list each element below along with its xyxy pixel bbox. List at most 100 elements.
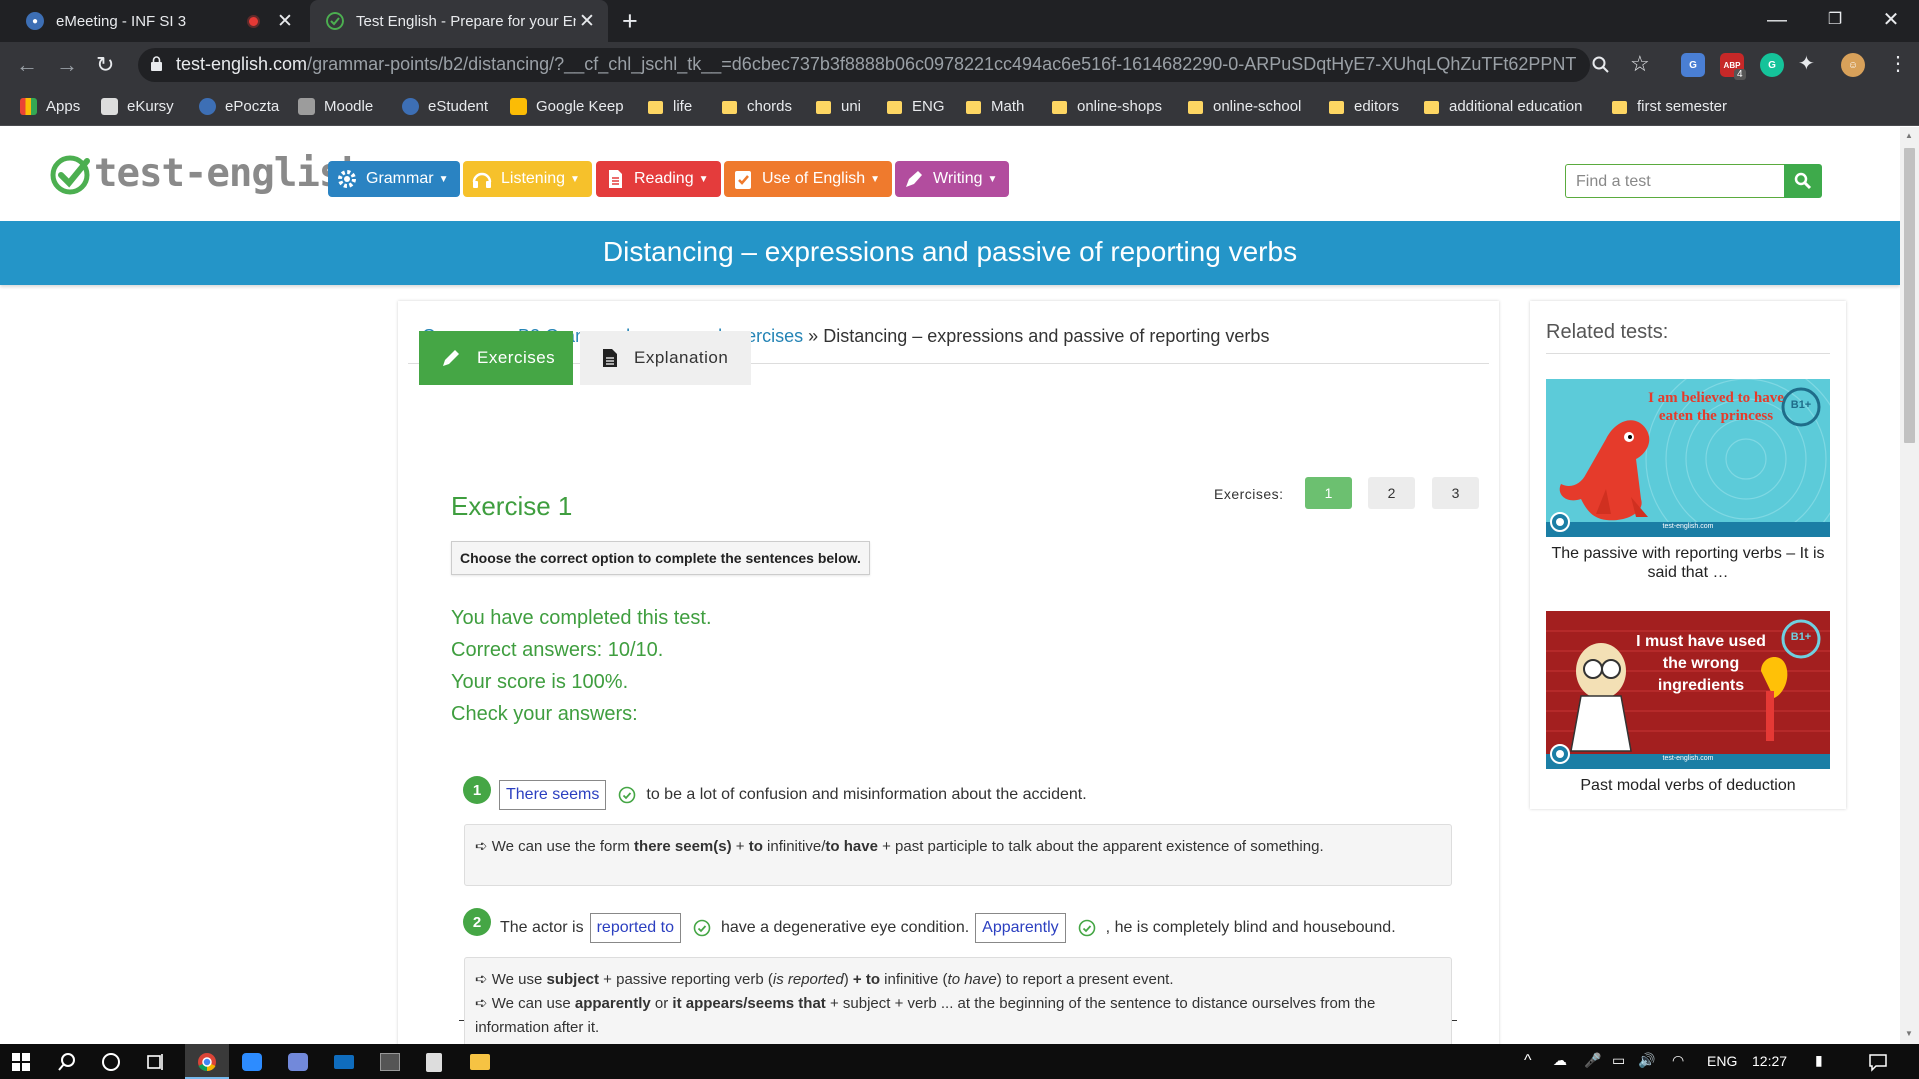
bookmark-folder-additional-education[interactable]: additional education bbox=[1424, 88, 1582, 124]
menu-use-of-english[interactable]: Use of English ▼ bbox=[724, 161, 893, 197]
menu-reading[interactable]: Reading ▼ bbox=[596, 161, 721, 197]
caret-down-icon: ▼ bbox=[987, 173, 998, 185]
bookmark-folder-eng[interactable]: ENG bbox=[887, 88, 945, 124]
search-icon[interactable] bbox=[57, 1052, 77, 1072]
bookmark-folder-online-school[interactable]: online-school bbox=[1188, 88, 1301, 124]
menu-label: Reading bbox=[634, 170, 694, 187]
question-text: The actor is bbox=[500, 919, 584, 936]
page-scrollbar[interactable]: ▲ ▼ bbox=[1900, 127, 1919, 1044]
bookmark-apps[interactable]: Apps bbox=[20, 88, 80, 124]
forward-icon[interactable]: → bbox=[56, 52, 78, 78]
bookmark-epoczta[interactable]: ePoczta bbox=[199, 88, 279, 124]
close-icon[interactable]: ✕ bbox=[576, 10, 598, 33]
exercise-3-button[interactable]: 3 bbox=[1432, 477, 1479, 509]
answer-box[interactable]: Apparently bbox=[975, 913, 1066, 943]
bookmark-folder-chords[interactable]: chords bbox=[722, 88, 792, 124]
bookmark-label: first semester bbox=[1637, 97, 1728, 115]
volume-icon[interactable]: 🔊 bbox=[1638, 1052, 1655, 1069]
profile-avatar[interactable]: ☺ bbox=[1841, 53, 1865, 77]
bookmark-estudent[interactable]: eStudent bbox=[402, 88, 488, 124]
windows-start-icon[interactable] bbox=[12, 1053, 30, 1071]
related-thumbnail-deduction[interactable]: I must have used the wrong ingredients B… bbox=[1546, 611, 1830, 769]
answer-box[interactable]: There seems bbox=[499, 780, 607, 810]
browser-tab-emeeting[interactable]: ● eMeeting - INF SI 3 ✕ bbox=[8, 0, 306, 42]
onedrive-icon[interactable]: ☁ bbox=[1553, 1052, 1567, 1069]
menu-writing[interactable]: Writing ▼ bbox=[895, 161, 1010, 197]
related-caption[interactable]: The passive with reporting verbs – It is… bbox=[1546, 544, 1830, 582]
scroll-up-icon[interactable]: ▲ bbox=[1905, 131, 1913, 140]
caret-down-icon: ▼ bbox=[570, 173, 580, 185]
bookmark-folder-first-semester[interactable]: first semester bbox=[1612, 88, 1727, 124]
grammarly-icon[interactable]: G bbox=[1760, 53, 1784, 77]
mail-icon[interactable] bbox=[334, 1055, 354, 1069]
chrome-taskbar-button[interactable] bbox=[185, 1044, 229, 1079]
recording-icon bbox=[247, 14, 260, 28]
related-thumbnail-passive[interactable]: I am believed to have eaten the princess… bbox=[1546, 379, 1830, 537]
cortana-icon[interactable] bbox=[101, 1052, 121, 1072]
bookmark-folder-uni[interactable]: uni bbox=[816, 88, 861, 124]
bookmark-folder-online-shops[interactable]: online-shops bbox=[1052, 88, 1162, 124]
bookmark-folder-life[interactable]: life bbox=[648, 88, 692, 124]
extensions-puzzle-icon[interactable]: ✦ bbox=[1798, 51, 1815, 76]
back-icon[interactable]: ← bbox=[16, 52, 38, 78]
bookmark-google-keep[interactable]: Google Keep bbox=[510, 88, 624, 124]
url-text[interactable]: test-english.com/grammar-points/b2/dista… bbox=[176, 54, 1576, 75]
emeeting-icon: ● bbox=[26, 12, 44, 30]
clock[interactable]: 12:27 bbox=[1752, 1053, 1787, 1069]
search-button[interactable] bbox=[1784, 164, 1822, 198]
battery-icon[interactable]: ▭ bbox=[1612, 1052, 1625, 1069]
tab-explanation[interactable]: Explanation bbox=[580, 331, 751, 385]
scroll-down-icon[interactable]: ▼ bbox=[1905, 1029, 1913, 1038]
folder-icon bbox=[1612, 100, 1627, 114]
app-window-icon[interactable] bbox=[380, 1053, 400, 1071]
file-explorer-icon[interactable] bbox=[470, 1054, 490, 1070]
folder-icon bbox=[1188, 100, 1203, 114]
result-completed: You have completed this test. bbox=[451, 607, 712, 629]
thumbnail-text: I must have used the wrong ingredients bbox=[1636, 633, 1766, 694]
search-input[interactable]: Find a test bbox=[1565, 164, 1785, 198]
close-icon[interactable]: ✕ bbox=[274, 10, 296, 33]
menu-listening[interactable]: Listening ▼ bbox=[463, 161, 592, 197]
tab-exercises[interactable]: Exercises bbox=[419, 331, 573, 385]
bookmark-label: life bbox=[673, 97, 693, 115]
ekursy-icon bbox=[101, 97, 118, 115]
microphone-icon[interactable]: 🎤 bbox=[1584, 1052, 1601, 1069]
discord-icon[interactable] bbox=[288, 1053, 308, 1071]
menu-kebab-icon[interactable]: ⋮ bbox=[1888, 51, 1908, 76]
translate-extension-icon[interactable]: G bbox=[1681, 53, 1705, 77]
calculator-icon[interactable] bbox=[426, 1053, 442, 1072]
zoom-icon[interactable] bbox=[1592, 56, 1610, 74]
restore-icon[interactable]: ❐ bbox=[1806, 0, 1864, 42]
bookmark-label: ENG bbox=[912, 97, 945, 115]
wifi-icon[interactable]: ◠ bbox=[1672, 1052, 1684, 1069]
notifications-icon[interactable] bbox=[1868, 1052, 1888, 1072]
bookmark-label: Google Keep bbox=[536, 97, 624, 115]
related-tests-panel: Related tests: I am believed to have eat… bbox=[1530, 301, 1846, 809]
answer-box[interactable]: reported to bbox=[589, 913, 681, 943]
browser-tab-test-english[interactable]: Test English - Prepare for your En ✕ bbox=[310, 0, 608, 42]
related-caption[interactable]: Past modal verbs of deduction bbox=[1546, 776, 1830, 795]
bookmark-label: online-school bbox=[1213, 97, 1302, 115]
reload-icon[interactable]: ↻ bbox=[96, 52, 114, 78]
exercise-1-button[interactable]: 1 bbox=[1305, 477, 1352, 509]
zoom-app-icon[interactable] bbox=[242, 1053, 262, 1071]
task-view-icon[interactable] bbox=[146, 1052, 166, 1072]
bookmark-moodle[interactable]: Moodle bbox=[298, 88, 373, 124]
menu-grammar[interactable]: Grammar ▼ bbox=[328, 161, 461, 197]
bookmark-folder-editors[interactable]: editors bbox=[1329, 88, 1399, 124]
star-icon[interactable]: ☆ bbox=[1630, 51, 1650, 77]
exercises-nav-label: Exercises: bbox=[1214, 486, 1284, 502]
window-close-icon[interactable]: ✕ bbox=[1862, 0, 1919, 42]
scrollbar-thumb[interactable] bbox=[1904, 148, 1915, 443]
new-tab-button[interactable]: + bbox=[622, 6, 638, 37]
menu-label: Listening bbox=[501, 170, 566, 187]
performance-icon[interactable]: ▮ bbox=[1815, 1052, 1823, 1069]
language-indicator[interactable]: ENG bbox=[1707, 1053, 1737, 1069]
tray-chevron-icon[interactable]: ^ bbox=[1524, 1052, 1532, 1070]
exercise-2-button[interactable]: 2 bbox=[1368, 477, 1415, 509]
site-logo[interactable]: test-english bbox=[50, 151, 365, 196]
bookmark-folder-math[interactable]: Math bbox=[966, 88, 1024, 124]
bookmark-ekursy[interactable]: eKursy bbox=[101, 88, 174, 124]
url-host: test-english.com bbox=[176, 54, 308, 74]
minimize-icon[interactable]: — bbox=[1748, 0, 1806, 42]
